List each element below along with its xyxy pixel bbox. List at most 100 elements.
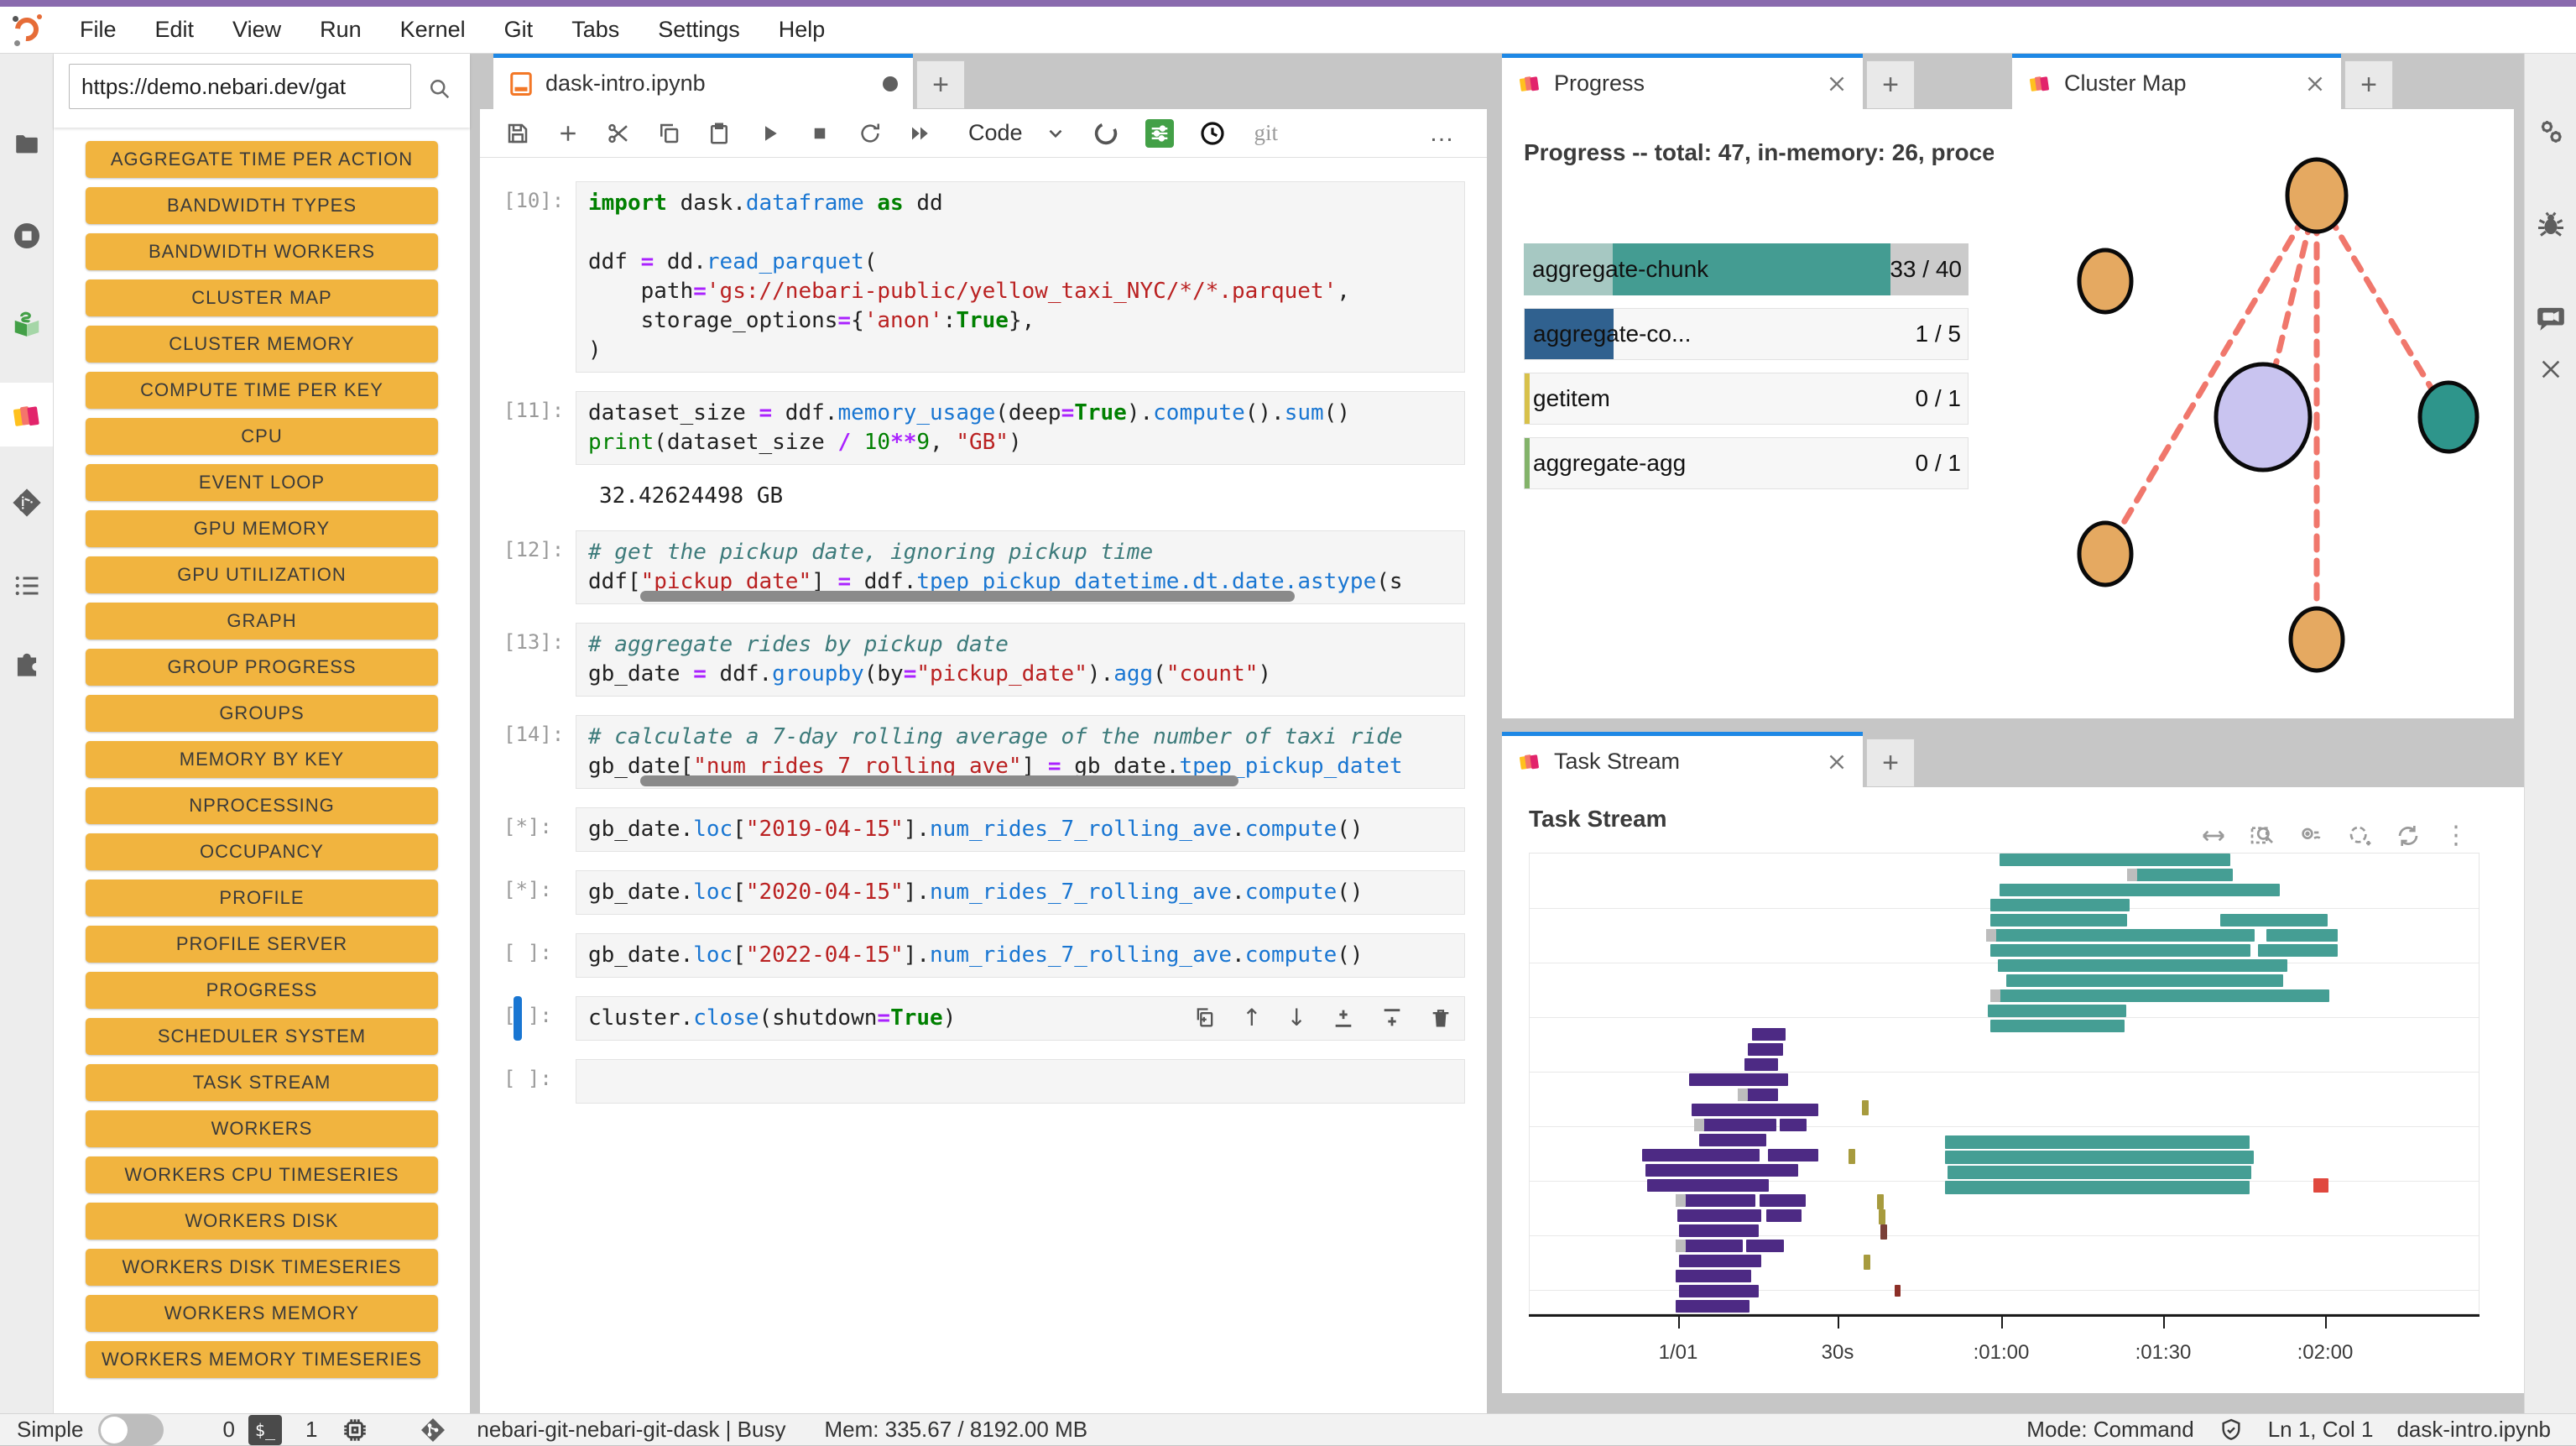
notebook-cell-7[interactable]: [ ]:gb_date.loc["2022-04-15"].num_rides_…	[503, 933, 1487, 978]
cluster-node-0[interactable]	[2287, 159, 2346, 232]
video-chat-icon[interactable]	[2525, 301, 2576, 333]
cluster-map-tab[interactable]: Cluster Map	[2012, 54, 2341, 109]
dask-dashboard-button-cluster-map[interactable]: CLUSTER MAP	[86, 279, 438, 316]
dask-dashboard-button-gpu-memory[interactable]: GPU MEMORY	[86, 510, 438, 547]
menu-file[interactable]: File	[60, 17, 136, 43]
shield-check-icon[interactable]	[2218, 1417, 2245, 1443]
hover-tool-icon[interactable]	[2297, 822, 2324, 849]
dask-dashboard-button-task-stream[interactable]: TASK STREAM	[86, 1064, 438, 1101]
cell-editor[interactable]: # aggregate rides by pickup dategb_date …	[576, 623, 1465, 697]
copy-icon[interactable]	[656, 121, 681, 146]
dask-dashboard-button-workers[interactable]: WORKERS	[86, 1110, 438, 1147]
horizontal-scrollbar[interactable]	[640, 591, 1295, 602]
notebook-cell-1[interactable]: [11]:dataset_size = ddf.memory_usage(dee…	[503, 391, 1487, 465]
dashboard-url-input[interactable]	[69, 64, 411, 109]
terminals-count[interactable]: 0	[222, 1417, 234, 1443]
mode-indicator[interactable]: Mode: Command	[2026, 1417, 2193, 1443]
new-tab-button[interactable]: +	[1866, 739, 1915, 787]
dask-dashboard-button-workers-disk-timeseries[interactable]: WORKERS DISK TIMESERIES	[86, 1249, 438, 1286]
stop-icon[interactable]	[807, 121, 832, 146]
progress-tab[interactable]: Progress	[1502, 54, 1863, 109]
dask-dashboard-button-workers-memory[interactable]: WORKERS MEMORY	[86, 1295, 438, 1332]
kernel-chip-icon[interactable]	[341, 1416, 369, 1444]
close-icon[interactable]	[1826, 751, 1848, 773]
delete-cell-button[interactable]	[1429, 1004, 1452, 1031]
save-icon[interactable]	[505, 121, 530, 146]
dask-dashboard-button-nprocessing[interactable]: NPROCESSING	[86, 787, 438, 824]
git-branch-icon[interactable]	[420, 1417, 446, 1443]
conda-store-icon[interactable]	[0, 307, 53, 339]
menu-view[interactable]: View	[213, 17, 300, 43]
notebook-cell-2[interactable]: [12]:# get the pickup date, ignoring pic…	[503, 530, 1487, 604]
puzzle-icon[interactable]	[0, 650, 53, 681]
cluster-node-2[interactable]	[2216, 364, 2310, 470]
close-icon[interactable]	[2525, 356, 2576, 383]
cell-toolbar-sliders-icon[interactable]	[1145, 119, 1174, 148]
cell-type-select[interactable]: Code	[968, 120, 1066, 146]
cell-editor[interactable]: # get the pickup date, ignoring pickup t…	[576, 530, 1465, 604]
add-icon[interactable]	[555, 121, 581, 146]
dask-icon[interactable]	[0, 399, 53, 433]
cluster-node-3[interactable]	[2420, 383, 2477, 452]
menu-tabs[interactable]: Tabs	[552, 17, 639, 43]
cell-editor[interactable]: gb_date.loc["2020-04-15"].num_rides_7_ro…	[576, 870, 1465, 915]
notebook-tab[interactable]: dask-intro.ipynb	[493, 54, 913, 109]
bug-icon[interactable]	[2525, 209, 2576, 239]
new-tab-button[interactable]: +	[1866, 60, 1915, 109]
menu-git[interactable]: Git	[485, 17, 553, 43]
cell-editor[interactable]: # calculate a 7-day rolling average of t…	[576, 715, 1465, 789]
insert-below-cell-button[interactable]	[1380, 1004, 1404, 1031]
dask-dashboard-button-graph[interactable]: GRAPH	[86, 603, 438, 639]
close-icon[interactable]	[2304, 73, 2326, 95]
menu-settings[interactable]: Settings	[639, 17, 759, 43]
dask-dashboard-button-profile-server[interactable]: PROFILE SERVER	[86, 926, 438, 963]
cell-editor[interactable]: dataset_size = ddf.memory_usage(deep=Tru…	[576, 391, 1465, 465]
more-dots-tool-icon[interactable]: ⋮	[2443, 821, 2469, 850]
cluster-node-5[interactable]	[2291, 608, 2343, 671]
fast-forward-icon[interactable]	[908, 121, 933, 146]
dask-dashboard-button-profile[interactable]: PROFILE	[86, 880, 438, 916]
duplicate-cell-button[interactable]	[1193, 1004, 1217, 1031]
dask-dashboard-button-workers-memory-timeseries[interactable]: WORKERS MEMORY TIMESERIES	[86, 1341, 438, 1378]
cell-editor[interactable]: gb_date.loc["2019-04-15"].num_rides_7_ro…	[576, 807, 1465, 852]
close-icon[interactable]	[1826, 73, 1848, 95]
gears-icon[interactable]	[2525, 117, 2576, 147]
cluster-node-4[interactable]	[2079, 523, 2131, 585]
active-file-name[interactable]: dask-intro.ipynb	[2396, 1417, 2551, 1443]
simple-mode-toggle[interactable]	[98, 1414, 164, 1446]
cell-editor[interactable]	[576, 1059, 1465, 1104]
menu-help[interactable]: Help	[759, 17, 845, 43]
dask-dashboard-button-scheduler-system[interactable]: SCHEDULER SYSTEM	[86, 1018, 438, 1055]
new-tab-button[interactable]: +	[2344, 60, 2393, 109]
dask-dashboard-button-event-loop[interactable]: EVENT LOOP	[86, 464, 438, 501]
dask-dashboard-button-group-progress[interactable]: GROUP PROGRESS	[86, 649, 438, 686]
paste-icon[interactable]	[707, 121, 732, 146]
menu-run[interactable]: Run	[300, 17, 381, 43]
dask-dashboard-button-gpu-utilization[interactable]: GPU UTILIZATION	[86, 556, 438, 593]
cursor-position[interactable]: Ln 1, Col 1	[2268, 1417, 2374, 1443]
toolbar-more-button[interactable]: …	[1429, 119, 1457, 148]
search-icon[interactable]	[426, 76, 451, 101]
notebook-cell-9[interactable]: [ ]:	[503, 1059, 1487, 1104]
notebook-cell-0[interactable]: [10]:import dask.dataframe as dd ddf = d…	[503, 181, 1487, 373]
notebook-cell-5[interactable]: [*]:gb_date.loc["2019-04-15"].num_rides_…	[503, 807, 1487, 852]
horizontal-scrollbar[interactable]	[640, 775, 1238, 786]
cut-icon[interactable]	[606, 121, 631, 146]
dask-dashboard-button-bandwidth-workers[interactable]: BANDWIDTH WORKERS	[86, 233, 438, 270]
dask-dashboard-button-memory-by-key[interactable]: MEMORY BY KEY	[86, 741, 438, 778]
refresh-tool-icon[interactable]	[2395, 822, 2422, 849]
dask-dashboard-button-bandwidth-types[interactable]: BANDWIDTH TYPES	[86, 187, 438, 224]
wheel-zoom-tool-icon[interactable]	[2346, 822, 2373, 849]
menu-edit[interactable]: Edit	[136, 17, 214, 43]
dask-dashboard-button-compute-time-per-key[interactable]: COMPUTE TIME PER KEY	[86, 372, 438, 409]
cluster-node-1[interactable]	[2079, 250, 2131, 312]
box-zoom-tool-icon[interactable]	[2249, 822, 2276, 849]
kernel-status-icon[interactable]	[1092, 119, 1120, 148]
cell-editor[interactable]: import dask.dataframe as dd ddf = dd.rea…	[576, 181, 1465, 373]
notebook-cell-4[interactable]: [14]:# calculate a 7-day rolling average…	[503, 715, 1487, 789]
new-tab-button[interactable]: +	[916, 60, 965, 109]
notebook-cell-3[interactable]: [13]:# aggregate rides by pickup dategb_…	[503, 623, 1487, 697]
git-toolbar-label[interactable]: git	[1254, 120, 1279, 146]
dask-dashboard-button-cluster-memory[interactable]: CLUSTER MEMORY	[86, 326, 438, 363]
kernel-status-text[interactable]: nebari-git-nebari-git-dask | Busy	[477, 1417, 785, 1443]
